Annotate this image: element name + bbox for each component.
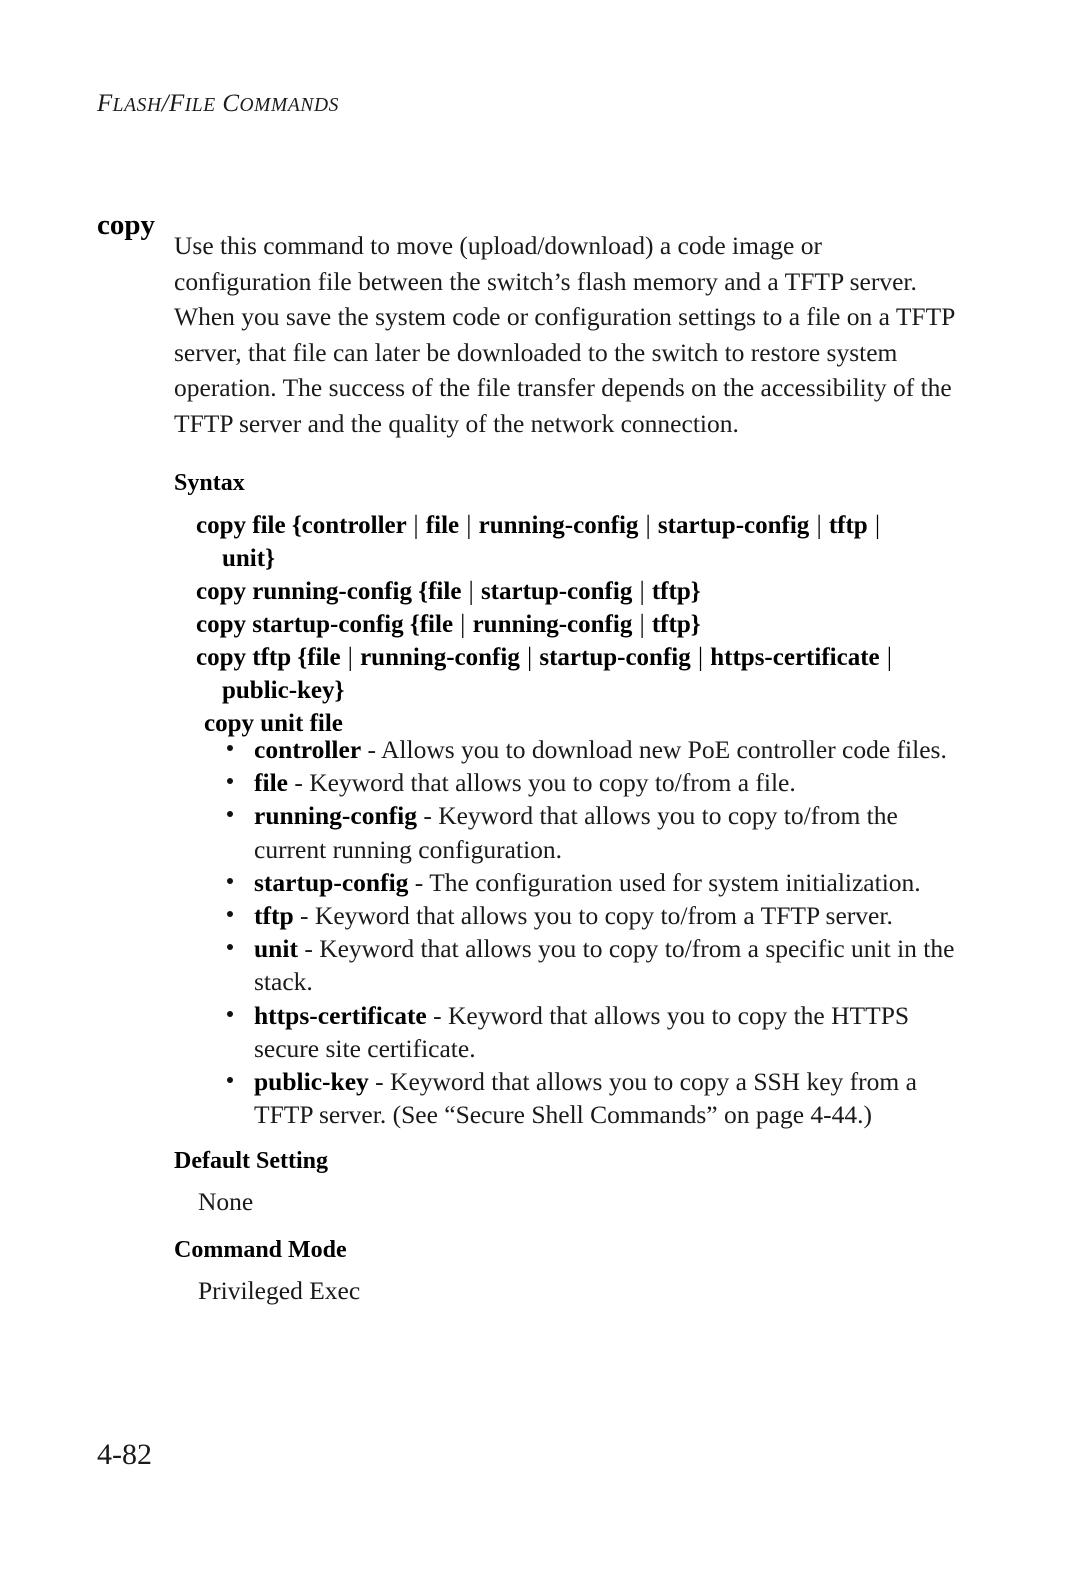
keyword-term: startup-config: [254, 867, 409, 897]
bullet-icon: [227, 811, 233, 818]
syntax-pipe-separator: |: [466, 511, 472, 540]
running-header-text-b: LASH: [112, 95, 162, 116]
syntax-pipe-separator: |: [886, 643, 892, 672]
keyword-line: stack.: [254, 967, 313, 997]
syntax-pipe-separator: |: [639, 610, 645, 639]
command-description: Use this command to move (upload/downloa…: [174, 228, 989, 442]
document-page: FLASH/FILE COMMANDS copy Use this comman…: [0, 0, 1080, 1570]
keyword-term: tftp: [254, 901, 294, 931]
description-line: operation. The success of the file trans…: [174, 373, 952, 403]
command-mode-value: Privileged Exec: [198, 1276, 361, 1305]
running-header-text-d: ILE: [184, 95, 216, 116]
keyword-line: tftp - Keyword that allows you to copy t…: [254, 901, 893, 931]
description-line: Use this command to move (upload/downloa…: [174, 231, 822, 260]
syntax-pipe-separator: |: [697, 643, 703, 672]
syntax-pipe-separator: |: [413, 511, 419, 540]
bullet-icon: [227, 911, 233, 918]
keyword-term: controller: [254, 735, 362, 764]
body-column: Use this command to move (upload/downloa…: [174, 228, 989, 1303]
syntax-line: copy tftp {file | running-config | start…: [174, 641, 994, 674]
syntax-pipe-separator: |: [527, 643, 533, 672]
keyword-line: startup-config - The configuration used …: [254, 867, 921, 897]
description-line: configuration file between the switch’s …: [174, 266, 917, 296]
keyword-list: controller - Allows you to download new …: [174, 733, 992, 1131]
keyword-term: file: [254, 768, 288, 798]
bullet-icon: [227, 944, 233, 951]
keyword-list-item: file - Keyword that allows you to copy t…: [174, 766, 992, 799]
keyword-line: unit - Keyword that allows you to copy t…: [254, 934, 955, 964]
keyword-line: running-config - Keyword that allows you…: [254, 801, 898, 831]
syntax-pipe-separator: |: [645, 511, 651, 540]
running-header-text-c: /F: [161, 90, 185, 117]
section-heading-default-setting: Default Setting: [174, 1148, 328, 1174]
keyword-line: public-key - Keyword that allows you to …: [254, 1067, 917, 1097]
keyword-line: file - Keyword that allows you to copy t…: [254, 768, 796, 798]
keyword-list-item: running-config - Keyword that allows you…: [174, 799, 992, 865]
running-header-text-e: C: [215, 90, 240, 117]
keyword-list-item: startup-config - The configuration used …: [174, 866, 992, 899]
page-title: copy: [97, 209, 155, 242]
running-header: FLASH/FILE COMMANDS: [97, 90, 339, 118]
running-header-text-f: OMMANDS: [239, 95, 340, 116]
bullet-icon: [227, 745, 233, 751]
bullet-icon: [227, 877, 233, 884]
syntax-line: unit}: [222, 545, 275, 572]
syntax-pipe-separator: |: [468, 577, 474, 606]
keyword-term: running-config: [254, 801, 417, 831]
keyword-line: TFTP server. (See “Secure Shell Commands…: [254, 1100, 872, 1130]
keyword-line: current running configuration.: [254, 834, 563, 864]
keyword-list-item: public-key - Keyword that allows you to …: [174, 1065, 992, 1131]
page-number: 4-82: [97, 1438, 152, 1471]
keyword-line: https-certificate - Keyword that allows …: [254, 1000, 910, 1030]
bullet-icon: [227, 778, 233, 785]
syntax-pipe-separator: |: [347, 643, 353, 672]
syntax-line: copy file {controller | file | running-c…: [174, 509, 994, 542]
keyword-term: public-key: [254, 1067, 369, 1097]
default-setting-value: None: [198, 1187, 254, 1216]
description-line: server, that file can later be downloade…: [174, 337, 898, 367]
syntax-block: copy file {controller | file | running-c…: [174, 509, 994, 740]
syntax-line: copy running-config {file | startup-conf…: [174, 575, 994, 608]
syntax-pipe-separator: |: [639, 577, 645, 606]
keyword-term: unit: [254, 934, 298, 964]
syntax-line: copy startup-config {file | running-conf…: [174, 608, 994, 641]
bullet-icon: [227, 1010, 233, 1017]
section-heading-syntax: Syntax: [174, 470, 245, 496]
running-header-text-a: F: [97, 90, 113, 117]
syntax-pipe-separator: |: [874, 511, 880, 540]
keyword-line: controller - Allows you to download new …: [254, 735, 947, 764]
keyword-list-item: unit - Keyword that allows you to copy t…: [174, 932, 992, 998]
syntax-line: public-key}: [222, 677, 345, 704]
bullet-icon: [227, 1077, 233, 1084]
keyword-term: https-certificate: [254, 1000, 427, 1030]
description-line: TFTP server and the quality of the netwo…: [174, 408, 739, 438]
section-heading-command-mode: Command Mode: [174, 1237, 347, 1263]
syntax-pipe-separator: |: [460, 610, 466, 639]
description-line: When you save the system code or configu…: [174, 302, 956, 332]
syntax-pipe-separator: |: [816, 511, 822, 540]
keyword-list-item: https-certificate - Keyword that allows …: [174, 999, 992, 1065]
keyword-list-item: controller - Allows you to download new …: [174, 733, 992, 766]
keyword-list-item: tftp - Keyword that allows you to copy t…: [174, 899, 992, 932]
keyword-line: secure site certificate.: [254, 1033, 476, 1063]
